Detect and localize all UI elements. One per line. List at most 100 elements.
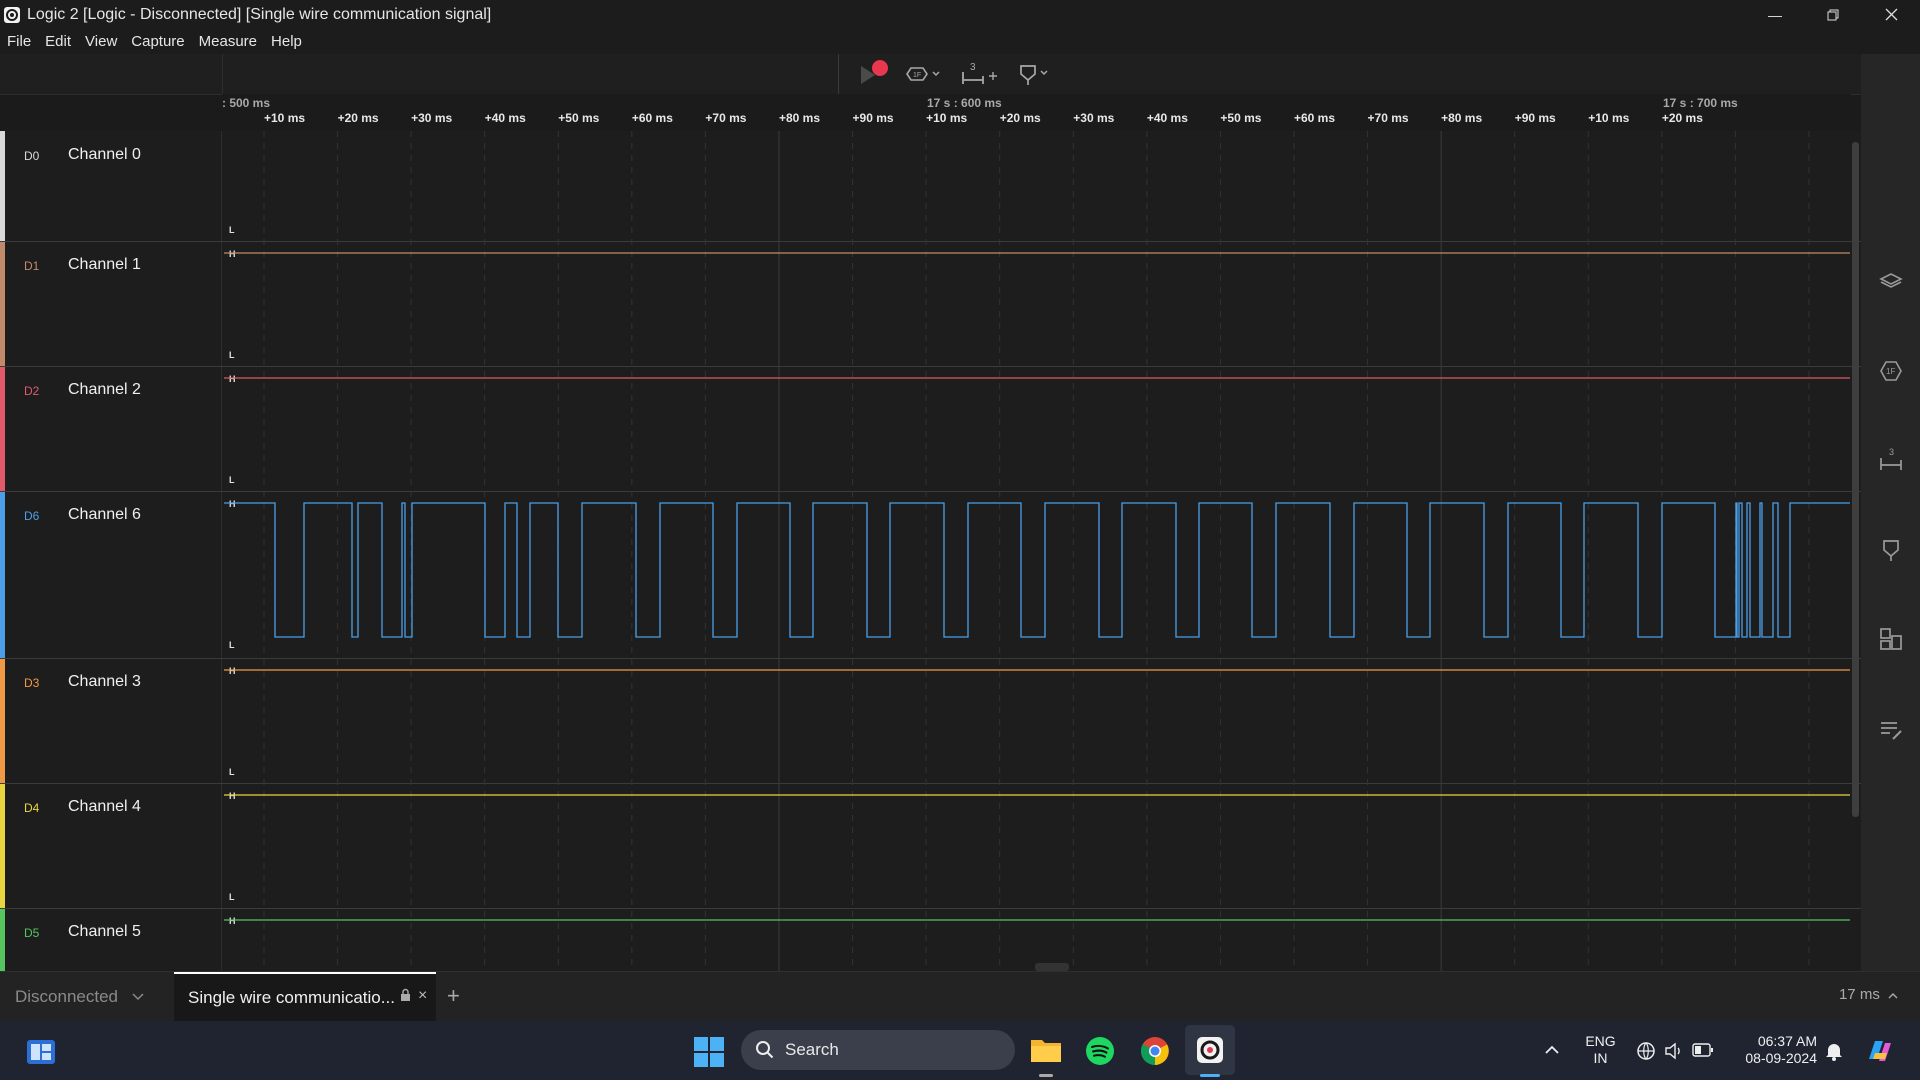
menu-help[interactable]: Help (264, 33, 309, 50)
low-level-label: L (229, 475, 235, 485)
svg-text:1F: 1F (913, 72, 921, 79)
trigger-button[interactable]: 1F (905, 59, 945, 89)
clock[interactable]: 06:37 AM 08-09-2024 (1732, 1033, 1817, 1067)
ruler-tick-label: +10 ms (1588, 111, 1630, 125)
menu-edit[interactable]: Edit (38, 33, 78, 50)
ruler-tick-label: +80 ms (778, 111, 821, 125)
ruler-tick-label: +10 ms (264, 111, 306, 125)
trigger-icon[interactable]: 1F (1878, 358, 1904, 384)
svg-text:1F: 1F (1886, 367, 1895, 376)
capture-toolbar: 1F 3 (0, 54, 1861, 95)
bottom-bar: Disconnected Single wire communicatio...… (0, 971, 1920, 1022)
ruler-tick-label: +20 ms (337, 111, 379, 125)
svg-text:3: 3 (1889, 447, 1894, 457)
ruler-tick-label: +20 ms (999, 111, 1041, 125)
ruler-tick-label: +20 ms (1661, 111, 1703, 125)
ruler-tick-label: +10 ms (926, 111, 968, 125)
ruler-tick-label: +90 ms (1514, 111, 1556, 125)
tab-label: Single wire communicatio... (188, 988, 395, 1007)
ruler-tick-label: +70 ms (1367, 111, 1409, 125)
ruler-tick-label: +30 ms (1073, 111, 1115, 125)
svg-text:3: 3 (970, 62, 976, 73)
low-level-label: L (229, 640, 235, 650)
start-capture-button[interactable] (851, 59, 891, 89)
measurements-icon[interactable]: 3 (1878, 446, 1904, 472)
title-bar: Logic 2 [Logic - Disconnected] [Single w… (0, 0, 1920, 29)
running-indicator (1039, 1074, 1053, 1077)
ruler-tick-label: +80 ms (1441, 111, 1483, 125)
ruler-tick-label: +60 ms (631, 111, 673, 125)
window-title: Logic 2 [Logic - Disconnected] [Single w… (27, 5, 492, 23)
taskbar-search[interactable]: Search (741, 1030, 1015, 1070)
device-status: Disconnected (15, 987, 119, 1006)
ruler-tick-label: +50 ms (558, 111, 600, 125)
language-indicator[interactable]: ENG IN (1578, 1033, 1623, 1067)
ruler-tick-label: +70 ms (705, 111, 747, 125)
add-tab-button[interactable]: + (447, 983, 460, 1009)
minimize-button[interactable]: — (1746, 0, 1804, 29)
restore-button[interactable] (1804, 0, 1862, 29)
menu-measure[interactable]: Measure (192, 33, 264, 50)
ruler-tick-label: +50 ms (1220, 111, 1262, 125)
minimize-icon: — (1768, 6, 1782, 23)
horizontal-scroll-handle[interactable] (1035, 963, 1069, 971)
file-explorer-icon[interactable] (1030, 1036, 1062, 1064)
network-icon[interactable] (1636, 1041, 1656, 1061)
ruler-tick-label: +40 ms (484, 111, 526, 125)
channel-6-waveform (224, 502, 1850, 638)
low-level-label: L (229, 350, 235, 360)
capture-duration[interactable]: 17 ms (1839, 986, 1898, 1003)
measure-icon: 3 (962, 62, 997, 84)
close-button[interactable] (1862, 0, 1920, 29)
device-selector[interactable]: Disconnected (0, 972, 163, 1022)
close-tab-icon[interactable]: × (418, 987, 427, 1005)
marker-icon (1020, 65, 1048, 85)
windows-taskbar: Search ENG IN 06:37 AM 08-09-2024 (0, 1021, 1920, 1080)
menu-file[interactable]: File (0, 33, 38, 50)
right-sidebar: 1F 3 (1861, 54, 1920, 971)
high-level-label: H (229, 791, 236, 801)
high-level-label: H (229, 249, 236, 259)
high-level-label: H (229, 666, 236, 676)
notification-bell-icon[interactable] (1825, 1041, 1843, 1061)
chrome-icon[interactable] (1140, 1036, 1170, 1066)
add-marker-button[interactable] (1015, 59, 1055, 89)
extensions-icon[interactable] (1878, 626, 1904, 652)
logic-app-icon (4, 6, 20, 23)
battery-icon[interactable] (1692, 1043, 1714, 1057)
region-code: IN (1593, 1050, 1608, 1066)
running-indicator (1200, 1074, 1220, 1077)
restore-icon (1827, 9, 1839, 20)
logic-app-icon[interactable] (1196, 1036, 1224, 1064)
notes-icon[interactable] (1878, 717, 1904, 743)
low-level-label: L (229, 225, 235, 235)
high-level-label: H (229, 499, 236, 509)
time-ruler[interactable]: : 500 ms 17 s : 600 ms 17 s : 700 ms +10… (222, 94, 1851, 132)
play-record-icon (861, 60, 888, 84)
ruler-major-label: 17 s : 700 ms (1663, 96, 1738, 110)
ruler-tick-label: +60 ms (1293, 111, 1336, 125)
menu-capture[interactable]: Capture (124, 33, 191, 50)
spotify-icon[interactable] (1085, 1036, 1115, 1066)
trigger-icon: 1F (906, 67, 940, 81)
volume-icon[interactable] (1664, 1042, 1684, 1060)
low-level-label: L (229, 767, 235, 777)
lock-icon (401, 988, 410, 1001)
close-icon (1885, 8, 1897, 21)
waveform-view[interactable]: L H L H L H L H L H L H (0, 131, 1852, 971)
copilot-icon[interactable] (1865, 1037, 1895, 1065)
vertical-scrollbar[interactable] (1852, 142, 1859, 817)
menu-view[interactable]: View (78, 33, 124, 50)
ruler-tick-label: +30 ms (411, 111, 453, 125)
chevron-up-icon[interactable] (1544, 1043, 1560, 1055)
duration-label: 17 ms (1838, 986, 1880, 1003)
clock-date: 08-09-2024 (1745, 1050, 1817, 1066)
add-measurement-button[interactable]: 3 (959, 59, 1001, 89)
markers-icon[interactable] (1878, 537, 1904, 563)
analyzers-icon[interactable] (1878, 268, 1904, 294)
chevron-down-icon (132, 993, 144, 1001)
tab-capture[interactable]: Single wire communicatio... × (174, 972, 436, 1022)
low-level-label: L (229, 892, 235, 902)
windows-start-icon[interactable] (694, 1037, 724, 1067)
widgets-icon[interactable] (26, 1039, 56, 1065)
